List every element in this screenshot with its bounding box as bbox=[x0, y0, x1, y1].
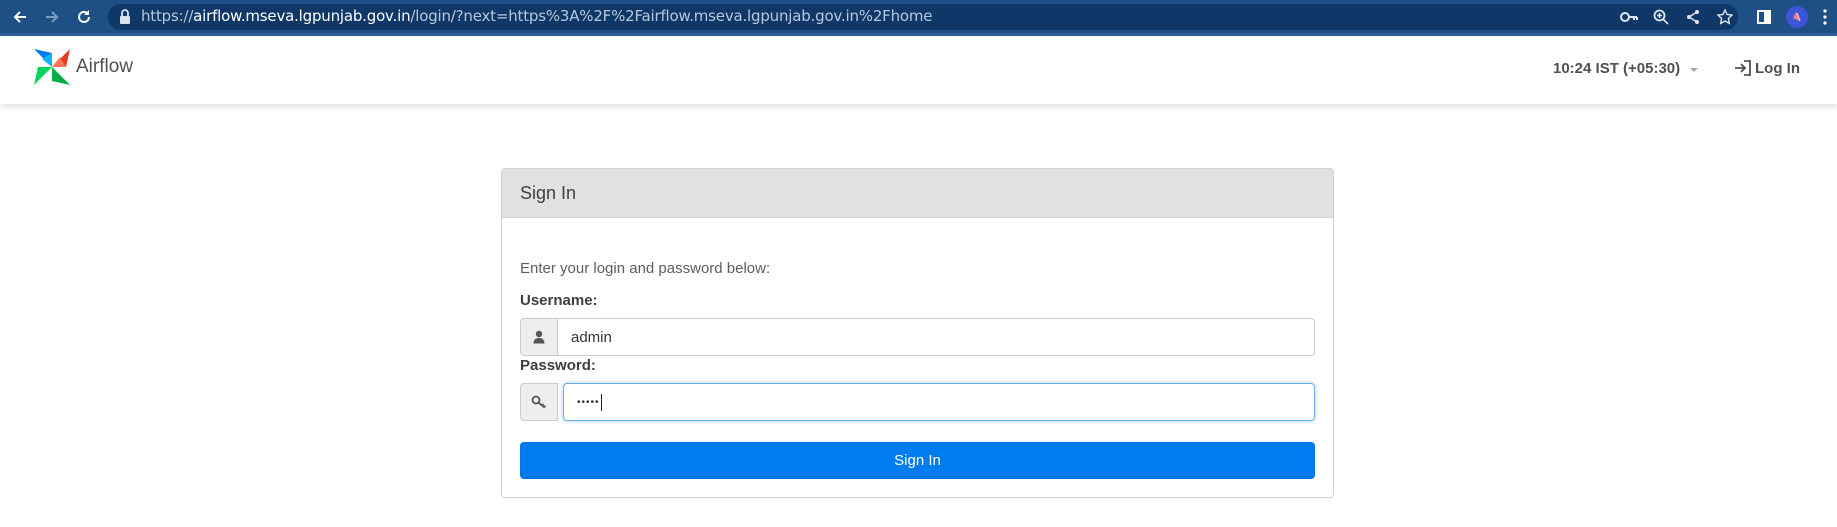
signin-instructions: Enter your login and password below: bbox=[520, 260, 771, 277]
signin-button[interactable]: Sign In bbox=[520, 442, 1315, 479]
login-icon bbox=[1735, 60, 1751, 76]
url-scheme: https:// bbox=[141, 7, 194, 25]
password-group: ••••• bbox=[520, 383, 1315, 421]
reload-button[interactable] bbox=[72, 5, 96, 29]
url-host: airflow.mseva.lgpunjab.gov.in bbox=[193, 7, 411, 25]
back-button[interactable] bbox=[8, 5, 32, 29]
password-key-button[interactable] bbox=[1618, 6, 1640, 28]
browser-menu-button[interactable] bbox=[1818, 6, 1832, 28]
share-button[interactable] bbox=[1682, 6, 1704, 28]
password-addon bbox=[520, 383, 558, 421]
menu-icon bbox=[1823, 9, 1827, 25]
brand-name[interactable]: Airflow bbox=[76, 56, 133, 78]
side-panel-button[interactable] bbox=[1753, 6, 1775, 28]
back-icon bbox=[13, 11, 26, 23]
password-value: ••••• bbox=[577, 396, 600, 408]
password-input[interactable]: ••••• bbox=[563, 383, 1315, 421]
zoom-icon bbox=[1653, 9, 1669, 25]
panel-title: Sign In bbox=[502, 169, 1333, 218]
login-label: Log In bbox=[1755, 59, 1800, 77]
username-input[interactable]: admin bbox=[558, 318, 1315, 356]
side-panel-icon bbox=[1757, 10, 1771, 24]
text-cursor bbox=[600, 393, 602, 411]
zoom-button[interactable] bbox=[1650, 6, 1672, 28]
url-path: /login/?next=https%3A%2F%2Fairflow.mseva… bbox=[410, 7, 933, 25]
timezone-clock[interactable]: 10:24 IST (+05:30) bbox=[1553, 60, 1680, 77]
forward-icon bbox=[46, 11, 59, 23]
password-label: Password: bbox=[520, 357, 596, 374]
username-addon bbox=[520, 318, 558, 356]
airflow-logo-icon[interactable] bbox=[30, 45, 74, 89]
lock-icon[interactable] bbox=[118, 8, 132, 26]
bookmark-button[interactable] bbox=[1714, 6, 1736, 28]
reload-icon bbox=[78, 10, 90, 23]
username-label: Username: bbox=[520, 292, 598, 309]
app-navbar: Airflow 10:24 IST (+05:30) Log In bbox=[0, 36, 1837, 104]
username-group: admin bbox=[520, 318, 1315, 356]
profile-button[interactable] bbox=[1786, 6, 1808, 28]
signin-panel: Sign In Enter your login and password be… bbox=[501, 168, 1334, 498]
key-icon bbox=[1620, 12, 1638, 22]
login-link[interactable]: Log In bbox=[1733, 58, 1800, 78]
profile-icon bbox=[1793, 12, 1801, 22]
url-text[interactable]: https://airflow.mseva.lgpunjab.gov.in/lo… bbox=[141, 6, 933, 26]
user-icon bbox=[533, 330, 545, 344]
star-icon bbox=[1717, 9, 1733, 25]
share-icon bbox=[1687, 10, 1699, 24]
forward-button[interactable] bbox=[40, 5, 64, 29]
key-icon bbox=[531, 395, 547, 409]
browser-toolbar: https://airflow.mseva.lgpunjab.gov.in/lo… bbox=[0, 0, 1837, 36]
chevron-down-icon[interactable] bbox=[1690, 68, 1698, 72]
